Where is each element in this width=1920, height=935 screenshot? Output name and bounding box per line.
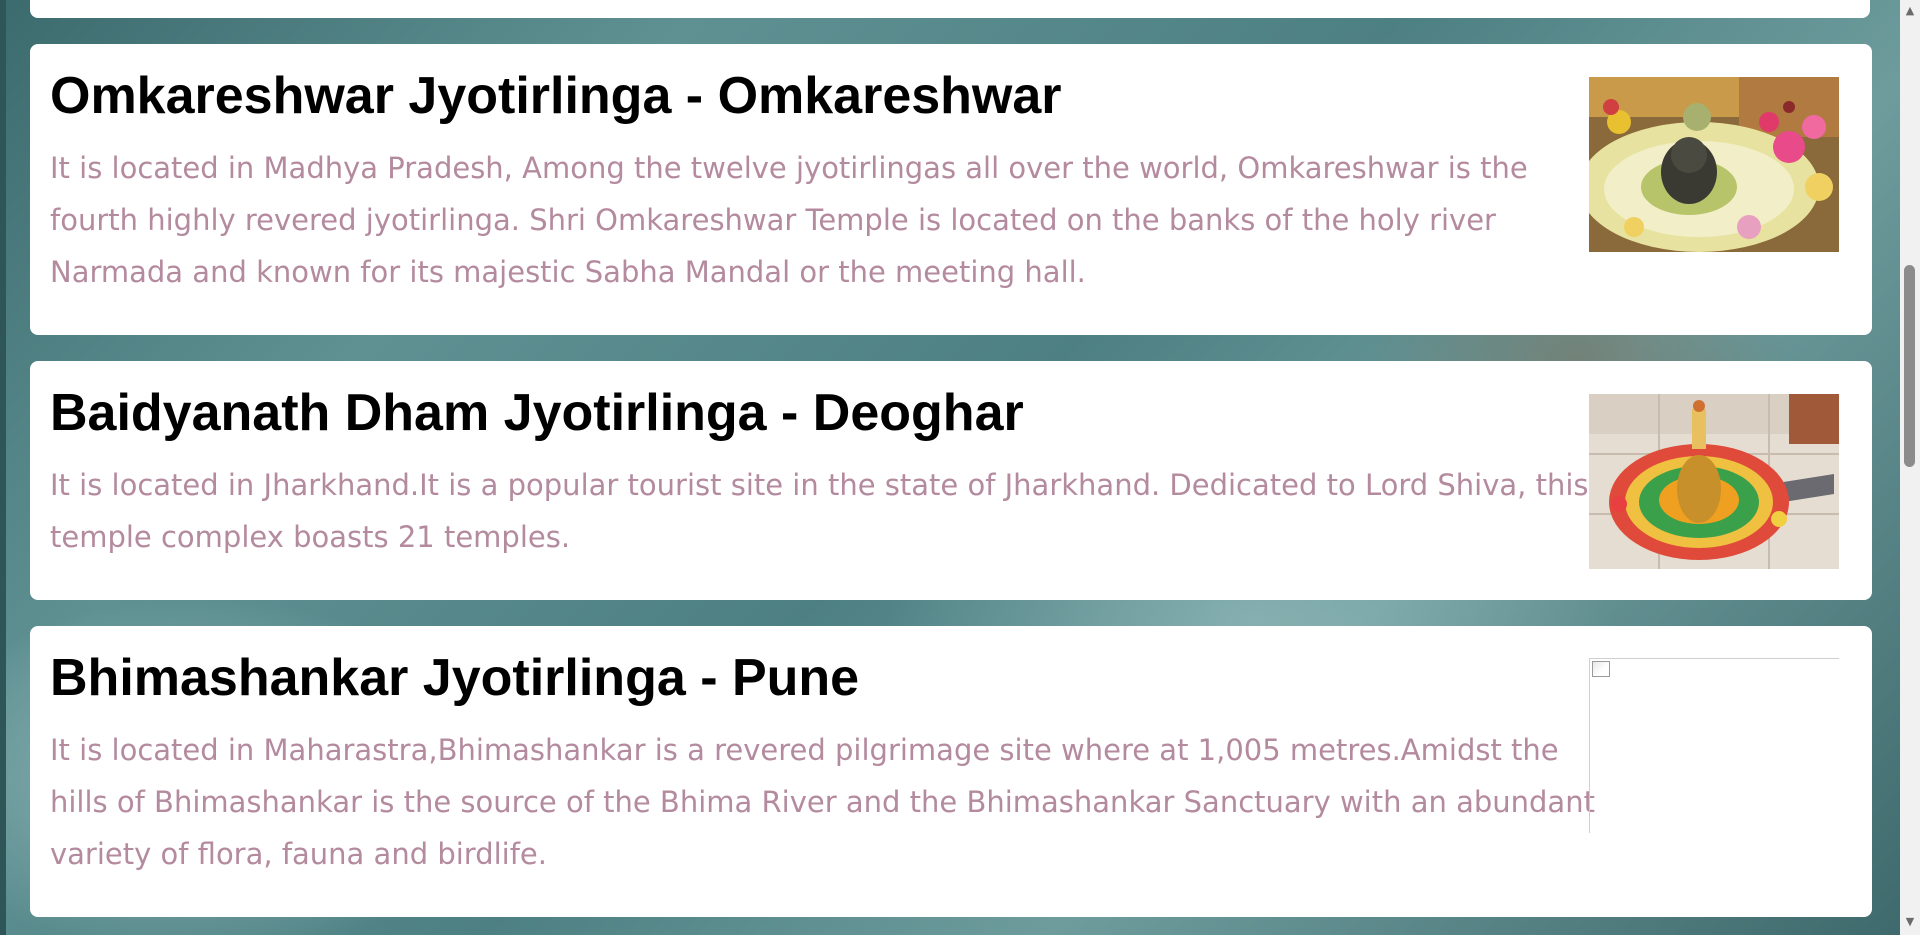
jyotirlinga-card-baidyanath: Baidyanath Dham Jyotirlinga - Deoghar It… <box>30 361 1872 600</box>
broken-image-icon <box>1592 661 1610 677</box>
page-left-edge <box>0 0 6 935</box>
card-title: Bhimashankar Jyotirlinga - Pune <box>50 649 860 707</box>
card-title: Baidyanath Dham Jyotirlinga - Deoghar <box>50 384 1024 442</box>
scrollbar-thumb[interactable] <box>1904 265 1915 467</box>
vertical-scrollbar[interactable]: ▲ ▼ <box>1900 0 1920 935</box>
baidyanath-shivling-photo <box>1589 394 1839 569</box>
scroll-up-arrow-icon[interactable]: ▲ <box>1900 2 1920 20</box>
scroll-down-arrow-icon[interactable]: ▼ <box>1900 913 1920 931</box>
card-title: Omkareshwar Jyotirlinga - Omkareshwar <box>50 67 1062 125</box>
card-description: It is located in Maharastra,Bhimashankar… <box>50 733 1595 871</box>
page-viewport: Omkareshwar Jyotirlinga - Omkareshwar It… <box>0 0 1900 935</box>
jyotirlinga-card-omkareshwar: Omkareshwar Jyotirlinga - Omkareshwar It… <box>30 44 1872 335</box>
jyotirlinga-card-bhimashankar: Bhimashankar Jyotirlinga - Pune It is lo… <box>30 626 1872 917</box>
previous-card-bottom <box>30 0 1870 18</box>
omkareshwar-shivling-photo <box>1589 77 1839 252</box>
card-description: It is located in Jharkhand.It is a popul… <box>50 468 1589 554</box>
card-description: It is located in Madhya Pradesh, Among t… <box>50 151 1528 289</box>
bhimashankar-image <box>1589 658 1839 833</box>
